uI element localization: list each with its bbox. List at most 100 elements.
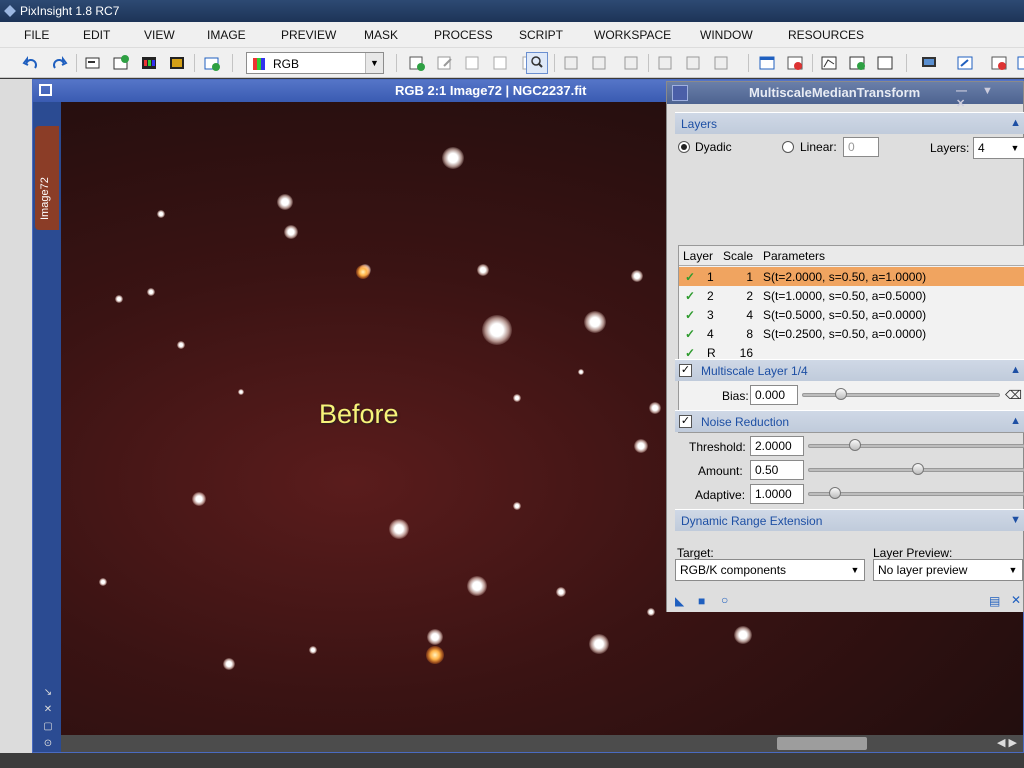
slider-knob[interactable] [912, 463, 924, 475]
adaptive-slider[interactable] [808, 487, 1024, 499]
horizontal-scrollbar[interactable]: ◀ ▶ [61, 735, 1023, 752]
threshold-field[interactable]: 2.0000 [750, 436, 804, 456]
adaptive-field[interactable]: 1.0000 [750, 484, 804, 504]
window-list-icon[interactable] [1016, 54, 1024, 72]
explorer-icon[interactable] [758, 54, 776, 72]
layers-table[interactable]: Layer Scale Parameters ✓ 1 1 S(t=2.0000,… [678, 245, 1024, 433]
process-icon-2[interactable] [684, 54, 702, 72]
process-icon-1[interactable] [656, 54, 674, 72]
process-dialog[interactable]: MultiscaleMedianTransform — ▼ ✕ Layers ▲… [666, 81, 1024, 612]
screen-icon[interactable] [920, 54, 938, 72]
apply-icon[interactable]: ■ [698, 594, 705, 608]
menu-file[interactable]: FILE [24, 28, 49, 42]
col-layer[interactable]: Layer [683, 249, 713, 263]
col-parameters[interactable]: Parameters [763, 249, 825, 263]
layers-section-header[interactable]: Layers ▲ [675, 112, 1024, 134]
reset-icon[interactable]: ✕ [1011, 593, 1021, 607]
copy-view-icon[interactable]: ▢ [41, 718, 55, 735]
menu-mask[interactable]: MASK [364, 28, 398, 42]
bias-field[interactable]: 0.000 [750, 385, 798, 405]
collapse-icon[interactable]: ▲ [1010, 364, 1021, 376]
new-image-icon[interactable] [112, 54, 130, 72]
clear-icon[interactable]: ⌫ [1005, 388, 1022, 402]
enabled-check-icon[interactable]: ✓ [685, 289, 695, 303]
bias-slider[interactable] [802, 388, 1000, 400]
edit-preview-icon[interactable] [436, 54, 454, 72]
menu-image[interactable]: IMAGE [207, 28, 246, 42]
preview-add-icon[interactable] [464, 54, 482, 72]
amount-field[interactable]: 0.50 [750, 460, 804, 480]
fit-view-icon[interactable]: ↘ [41, 684, 55, 701]
enabled-check-icon[interactable]: ✓ [685, 270, 695, 284]
multiscale-layer-section[interactable]: ✓ Multiscale Layer 1/4 ▲ [675, 359, 1024, 381]
layer-preview-select[interactable]: No layer preview ▼ [873, 559, 1023, 581]
table-row[interactable]: ✓ 2 2 S(t=1.0000, s=0.50, a=0.5000) [679, 286, 1024, 305]
dialog-title: MultiscaleMedianTransform [749, 85, 921, 100]
close-window-icon[interactable] [990, 54, 1008, 72]
star [556, 587, 566, 597]
process-icon-3[interactable] [712, 54, 730, 72]
menu-resources[interactable]: RESOURCES [788, 28, 864, 42]
layers-select[interactable]: 4 ▼ [973, 137, 1024, 159]
undo-icon[interactable] [22, 54, 40, 72]
rgb-image-icon[interactable] [140, 54, 158, 72]
collapse-icon[interactable]: ▲ [1010, 415, 1021, 427]
channel-select[interactable]: RGB ▼ [246, 52, 384, 74]
slider-knob[interactable] [849, 439, 861, 451]
scroll-thumb[interactable] [777, 737, 867, 750]
apply-global-icon[interactable]: ○ [721, 593, 728, 607]
redo-icon[interactable] [50, 54, 68, 72]
window-buttons-icon[interactable]: — ▼ ✕ [956, 85, 1023, 110]
table-row[interactable]: ✓ 4 8 S(t=0.2500, s=0.50, a=0.0000) [679, 324, 1024, 343]
dynamic-range-section[interactable]: Dynamic Range Extension ▼ [675, 509, 1024, 531]
stf-reset-icon[interactable] [876, 54, 894, 72]
slider-knob[interactable] [829, 487, 841, 499]
noise-reduction-checkbox[interactable]: ✓ [679, 415, 692, 428]
enabled-check-icon[interactable]: ✓ [685, 327, 695, 341]
threshold-slider[interactable] [808, 439, 1024, 451]
menu-view[interactable]: VIEW [144, 28, 175, 42]
center-view-icon[interactable]: ⊙ [41, 735, 55, 752]
menu-process[interactable]: PROCESS [434, 28, 493, 42]
linear-radio[interactable] [782, 141, 794, 153]
new-window-icon[interactable] [203, 54, 221, 72]
menu-workspace[interactable]: WORKSPACE [594, 28, 671, 42]
documentation-icon[interactable]: ▤ [989, 594, 1000, 608]
dialog-title-bar[interactable]: MultiscaleMedianTransform — ▼ ✕ [667, 82, 1023, 110]
color-image-icon[interactable] [168, 54, 186, 72]
stf-icon[interactable] [820, 54, 838, 72]
menu-edit[interactable]: EDIT [83, 28, 110, 42]
col-scale[interactable]: Scale [723, 249, 753, 263]
stf-auto-icon[interactable] [848, 54, 866, 72]
new-instance-icon[interactable]: ◣ [675, 594, 684, 608]
mask-remove-icon[interactable] [590, 54, 608, 72]
mask-apply-icon[interactable] [562, 54, 580, 72]
enabled-check-icon[interactable]: ✓ [685, 346, 695, 360]
collapse-icon[interactable]: ▲ [1010, 117, 1021, 129]
window-icon[interactable] [84, 54, 102, 72]
menu-preview[interactable]: PREVIEW [281, 28, 336, 42]
table-row[interactable]: ✓ 3 4 S(t=0.5000, s=0.50, a=0.0000) [679, 305, 1024, 324]
image-tab[interactable]: Image72 [35, 126, 59, 230]
linear-spin[interactable]: 0 [843, 137, 879, 157]
maximize-icon[interactable] [39, 84, 52, 96]
enabled-check-icon[interactable]: ✓ [685, 308, 695, 322]
target-select[interactable]: RGB/K components ▼ [675, 559, 865, 581]
noise-reduction-section[interactable]: ✓ Noise Reduction ▲ [675, 410, 1024, 432]
new-preview-icon[interactable] [408, 54, 426, 72]
table-row[interactable]: ✓ 1 1 S(t=2.0000, s=0.50, a=1.0000) [679, 267, 1024, 286]
menu-script[interactable]: SCRIPT [519, 28, 563, 42]
menu-window[interactable]: WINDOW [700, 28, 753, 42]
slider-knob[interactable] [835, 388, 847, 400]
close-all-icon[interactable] [786, 54, 804, 72]
mask-invert-icon[interactable] [622, 54, 640, 72]
workspace-icon[interactable] [956, 54, 974, 72]
preview-remove-icon[interactable] [492, 54, 510, 72]
amount-slider[interactable] [808, 463, 1024, 475]
zoom-tool-icon[interactable]: ✕ [41, 701, 55, 718]
zoom-preview-icon[interactable] [526, 52, 548, 74]
expand-icon[interactable]: ▼ [1010, 514, 1021, 526]
multiscale-layer-checkbox[interactable]: ✓ [679, 364, 692, 377]
scroll-arrows-icon[interactable]: ◀ ▶ [997, 735, 1017, 752]
dyadic-radio[interactable] [678, 141, 690, 153]
